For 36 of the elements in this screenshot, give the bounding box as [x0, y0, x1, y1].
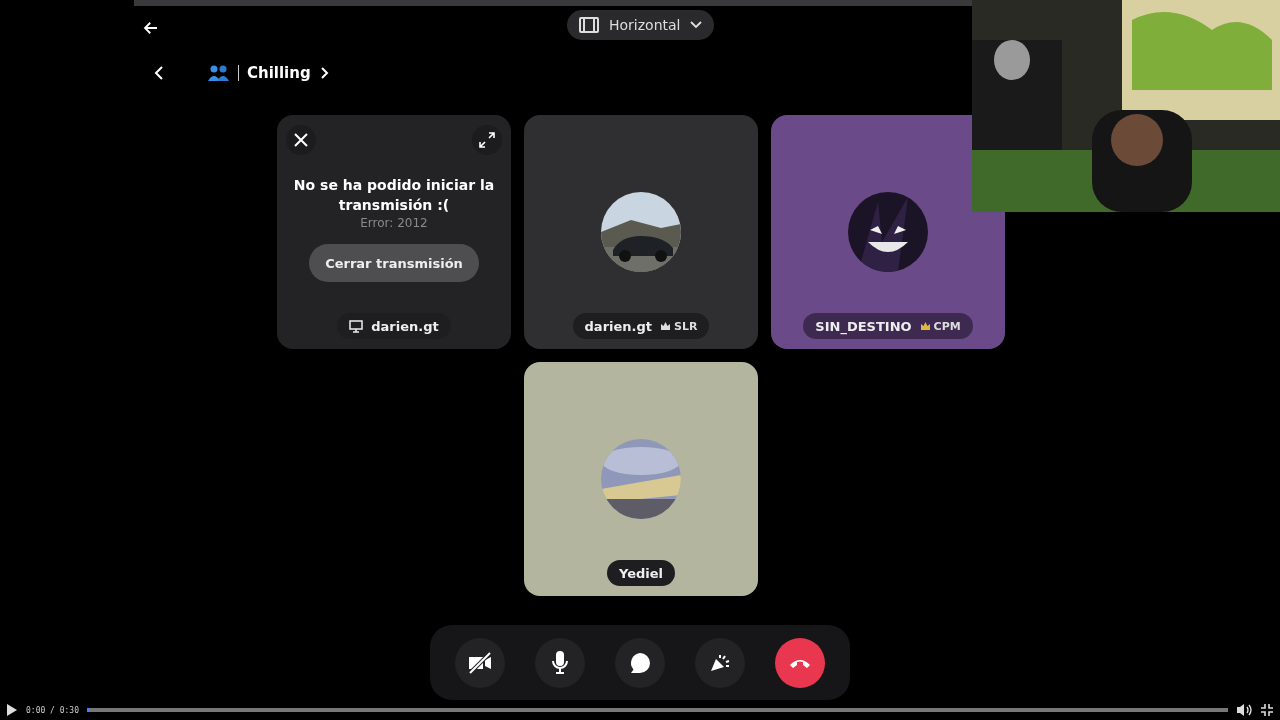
camera-off-icon	[467, 651, 493, 674]
badge-icon	[919, 321, 931, 331]
channel-name: Chilling	[247, 64, 311, 82]
layout-dropdown[interactable]: Horizontal	[567, 10, 715, 40]
user-name: darien.gt	[371, 318, 439, 334]
exit-fullscreen-button[interactable]	[1260, 703, 1274, 717]
guild-tag: CPM	[919, 319, 961, 333]
volume-button[interactable]	[1236, 703, 1252, 717]
close-button[interactable]	[286, 125, 316, 155]
play-button[interactable]	[6, 703, 18, 717]
camera-off-button[interactable]	[455, 637, 505, 688]
close-stream-button[interactable]: Cerrar transmisión	[309, 244, 479, 282]
people-icon	[208, 65, 230, 81]
expand-icon	[479, 132, 495, 148]
guild-tag: SLR	[660, 319, 698, 333]
microphone-button[interactable]	[535, 637, 585, 688]
user-name: Yediel	[618, 565, 664, 581]
next-button[interactable]	[320, 67, 329, 79]
user-name: SIN_DESTINO	[815, 318, 912, 334]
badge-icon	[660, 321, 672, 331]
chat-icon	[629, 651, 651, 674]
previous-button[interactable]	[154, 66, 164, 80]
user-name: darien.gt	[584, 318, 653, 334]
chat-button[interactable]	[615, 637, 665, 688]
back-button[interactable]	[142, 19, 160, 37]
close-icon	[294, 133, 308, 147]
video-time: 0:00 / 0:30	[26, 705, 79, 715]
soundboard-button[interactable]	[695, 637, 745, 688]
layout-icon	[579, 17, 599, 33]
expand-button[interactable]	[472, 125, 502, 155]
monitor-icon	[349, 319, 364, 333]
hang-up-button[interactable]	[775, 637, 825, 688]
error-message: No se ha podido iniciar la transmisión :(	[292, 176, 496, 215]
error-code: Error: 2012	[360, 216, 428, 230]
microphone-icon	[551, 650, 569, 675]
chevron-down-icon	[690, 21, 703, 29]
